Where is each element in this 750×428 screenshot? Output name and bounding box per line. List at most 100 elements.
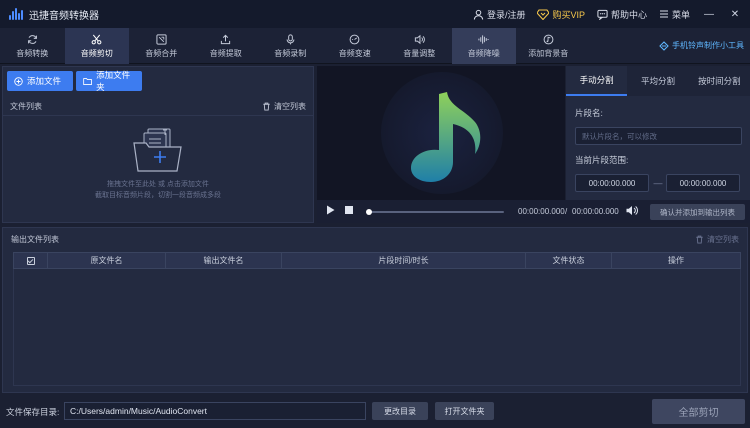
- vip-button[interactable]: 购买VIP: [537, 8, 585, 21]
- volume-icon: [414, 34, 425, 44]
- play-icon: [327, 205, 335, 215]
- add-file-label: 添加文件: [27, 76, 62, 86]
- music-note-icon: [411, 92, 481, 182]
- chat-icon: [597, 9, 608, 20]
- tab-audio-convert[interactable]: 音频转换: [0, 28, 65, 64]
- tab-audio-merge[interactable]: 音频合并: [129, 28, 194, 64]
- vip-label: 购买VIP: [552, 9, 585, 20]
- file-drop-zone[interactable]: 拖拽文件至此处 或 点击添加文件 截取目标音频片段，切割一段音频成多段: [3, 127, 313, 219]
- scissors-icon: [91, 34, 102, 44]
- tab-audio-record[interactable]: 音频录制: [258, 28, 323, 64]
- user-icon: [473, 9, 484, 20]
- waveform-icon: [478, 34, 489, 44]
- column-header: 操作: [668, 256, 684, 265]
- refresh-icon: [27, 34, 37, 44]
- file-list-title: 文件列表: [10, 102, 42, 111]
- tab-manual-split[interactable]: 手动分割: [566, 66, 628, 96]
- add-folder-label: 添加文件夹: [96, 70, 131, 92]
- clear-output-list-button[interactable]: 清空列表: [695, 234, 739, 245]
- tab-label: 音频剪切: [80, 48, 113, 58]
- upload-icon: [221, 34, 231, 44]
- segment-name-label: 片段名:: [575, 108, 603, 118]
- segment-range-label: 当前片段范围:: [575, 155, 629, 165]
- tab-audio-extract[interactable]: 音频提取: [194, 28, 259, 64]
- tab-audio-speed[interactable]: 音频变速: [323, 28, 388, 64]
- stop-button[interactable]: [345, 206, 353, 217]
- login-label: 登录/注册: [486, 9, 526, 20]
- tab-label: 音频提取: [209, 48, 242, 58]
- tab-time-split[interactable]: 按时间分割: [689, 66, 750, 96]
- tab-label: 音量调整: [403, 48, 436, 58]
- seek-bar[interactable]: [366, 209, 504, 215]
- open-folder-button[interactable]: 打开文件夹: [435, 402, 494, 420]
- output-table-body: [13, 269, 741, 386]
- speaker-icon: [626, 206, 638, 215]
- tab-add-bgm[interactable]: 添加背景音: [516, 28, 581, 64]
- column-header: 文件状态: [526, 253, 612, 268]
- add-folder-button[interactable]: 添加文件夹: [76, 70, 142, 92]
- close-icon: ✕: [730, 8, 740, 20]
- audio-preview: [317, 66, 565, 200]
- total-time: 00:00:00.000: [572, 207, 619, 216]
- tab-noise-reduce[interactable]: 音频降噪: [451, 28, 516, 64]
- tab-label: 音频录制: [274, 48, 307, 58]
- drop-hint: 拖拽文件至此处 或 点击添加文件: [107, 181, 209, 188]
- title-bar: 迅捷音频转换器 登录/注册 购买VIP 帮助中心 菜单 — ✕: [0, 0, 750, 28]
- music-note-icon: [543, 34, 554, 44]
- close-button[interactable]: ✕: [728, 7, 742, 21]
- file-list-header: 文件列表 清空列表: [3, 98, 313, 116]
- trash-icon: [696, 235, 703, 244]
- drop-hint-secondary: 截取目标音频片段，切割一段音频成多段: [95, 192, 221, 199]
- output-table-header: 原文件名 输出文件名 片段时间/时长 文件状态 操作: [13, 252, 741, 269]
- column-header: 原文件名: [48, 253, 166, 268]
- menu-icon: [659, 10, 668, 18]
- change-dir-button[interactable]: 更改目录: [372, 402, 428, 420]
- segment-name-input[interactable]: [575, 127, 742, 145]
- volume-button[interactable]: [626, 205, 638, 219]
- ringtone-tool-link[interactable]: 手机铃声制作小工具: [659, 40, 744, 51]
- cut-all-button[interactable]: 全部剪切: [652, 399, 745, 424]
- output-list-title: 输出文件列表: [11, 234, 59, 244]
- help-button[interactable]: 帮助中心: [597, 8, 647, 21]
- clear-file-list-button[interactable]: 清空列表: [262, 101, 306, 112]
- ringtone-icon: [659, 40, 669, 51]
- range-end-input[interactable]: [666, 174, 740, 192]
- plus-circle-icon: [14, 76, 23, 86]
- mic-icon: [286, 33, 295, 44]
- split-panel: 手动分割 平均分割 按时间分割 片段名: 当前片段范围: —: [566, 66, 750, 200]
- select-all-checkbox[interactable]: [26, 256, 35, 265]
- trash-icon: [263, 102, 270, 111]
- app-logo-icon: [9, 8, 23, 20]
- clear-label: 清空列表: [274, 102, 306, 111]
- column-header: 输出文件名: [166, 253, 282, 268]
- split-tabs: 手动分割 平均分割 按时间分割: [566, 66, 750, 96]
- login-button[interactable]: 登录/注册: [473, 8, 526, 21]
- minimize-button[interactable]: —: [702, 7, 716, 21]
- tab-volume-adjust[interactable]: 音量调整: [387, 28, 452, 64]
- help-label: 帮助中心: [610, 9, 647, 20]
- tab-audio-cut[interactable]: 音频剪切: [64, 28, 129, 64]
- speed-icon: [349, 34, 360, 44]
- select-all-cell[interactable]: [14, 253, 48, 268]
- tab-label: 添加背景音: [528, 48, 569, 58]
- seek-handle[interactable]: [366, 209, 372, 215]
- output-table: 原文件名 输出文件名 片段时间/时长 文件状态 操作: [13, 252, 741, 387]
- diamond-icon: [537, 8, 550, 20]
- tool-tabs: 音频转换 音频剪切 音频合并 音频提取 音频录制 音频变速 音量调整 音频降噪 …: [0, 28, 750, 64]
- merge-icon: [156, 33, 167, 45]
- tab-average-split[interactable]: 平均分割: [627, 66, 688, 96]
- menu-button[interactable]: 菜单: [659, 8, 690, 21]
- range-start-input[interactable]: [575, 174, 649, 192]
- stop-icon: [345, 206, 353, 214]
- column-header: 片段时间/时长: [282, 253, 526, 268]
- tab-label: 音频合并: [145, 48, 178, 58]
- tab-label: 音频转换: [16, 48, 49, 58]
- confirm-add-output-button[interactable]: 确认并添加到输出列表: [650, 204, 745, 220]
- promo-label: 手机铃声制作小工具: [672, 41, 744, 50]
- app-title: 迅捷音频转换器: [29, 10, 99, 22]
- file-panel: 添加文件 添加文件夹 文件列表 清空列表 拖拽文件至此处 或 点击添加文件 截取…: [2, 66, 314, 223]
- save-dir-input[interactable]: [64, 402, 366, 420]
- play-button[interactable]: [326, 205, 335, 218]
- add-file-button[interactable]: 添加文件: [7, 71, 73, 91]
- save-dir-label: 文件保存目录:: [6, 407, 60, 417]
